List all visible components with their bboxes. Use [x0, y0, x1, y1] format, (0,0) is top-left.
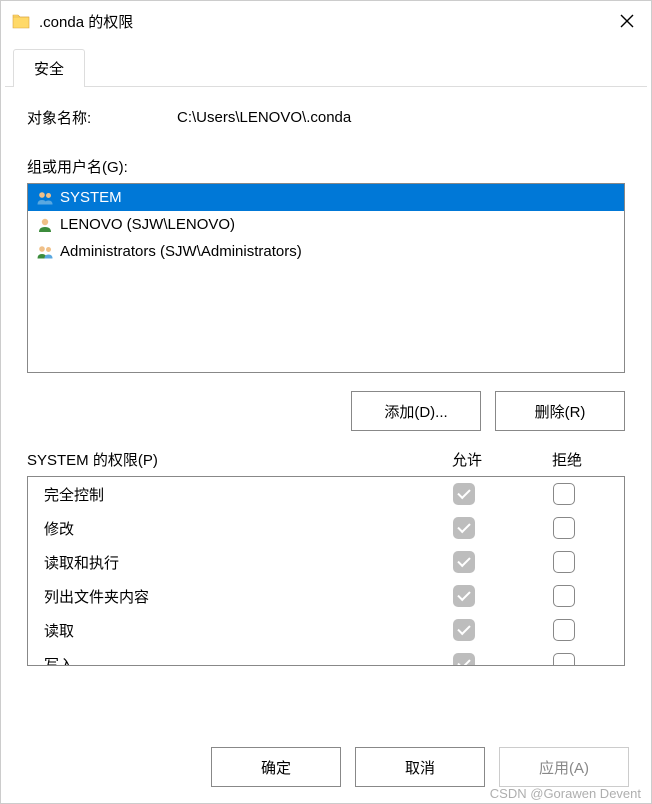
close-button[interactable]: [603, 1, 651, 41]
permission-header: SYSTEM 的权限(P) 允许 拒绝: [27, 449, 625, 470]
apply-button[interactable]: 应用(A): [499, 747, 629, 787]
list-item-label: LENOVO (SJW\LENOVO): [60, 216, 235, 233]
deny-checkbox[interactable]: [553, 483, 575, 505]
watermark: CSDN @Gorawen Devent: [490, 786, 641, 801]
tab-strip: 安全: [5, 49, 647, 87]
list-item[interactable]: Administrators (SJW\Administrators): [28, 238, 624, 265]
tab-panel: 对象名称: C:\Users\LENOVO\.conda 组或用户名(G): S…: [5, 86, 647, 733]
user-buttons-row: 添加(D)... 删除(R): [27, 391, 625, 431]
group-users-label: 组或用户名(G):: [27, 156, 625, 177]
object-label: 对象名称:: [27, 107, 177, 128]
allow-checkbox[interactable]: [453, 619, 475, 641]
permissions-box: 完全控制修改读取和执行列出文件夹内容读取写入: [27, 476, 625, 666]
permission-title: SYSTEM 的权限(P): [27, 449, 417, 470]
close-icon: [620, 14, 634, 28]
permission-name: 读取和执行: [44, 552, 414, 573]
folder-icon: [11, 11, 31, 31]
allow-checkbox[interactable]: [453, 585, 475, 607]
object-name-row: 对象名称: C:\Users\LENOVO\.conda: [27, 107, 625, 128]
user-icon: [36, 244, 54, 260]
tab-security[interactable]: 安全: [13, 49, 85, 87]
permission-row: 完全控制: [28, 477, 624, 511]
cancel-button[interactable]: 取消: [355, 747, 485, 787]
permission-name: 读取: [44, 620, 414, 641]
allow-checkbox[interactable]: [453, 517, 475, 539]
deny-checkbox[interactable]: [553, 551, 575, 573]
user-icon: [36, 217, 54, 233]
permission-row: 读取和执行: [28, 545, 624, 579]
footer: 确定 取消 应用(A) CSDN @Gorawen Devent: [1, 733, 651, 803]
permission-row: 列出文件夹内容: [28, 579, 624, 613]
deny-checkbox[interactable]: [553, 585, 575, 607]
permission-name: 写入: [44, 654, 414, 666]
deny-checkbox[interactable]: [553, 619, 575, 641]
permission-name: 完全控制: [44, 484, 414, 505]
remove-button[interactable]: 删除(R): [495, 391, 625, 431]
window-title: .conda 的权限: [39, 11, 603, 32]
allow-checkbox[interactable]: [453, 483, 475, 505]
allow-checkbox[interactable]: [453, 551, 475, 573]
user-icon: [36, 190, 54, 206]
permission-row: 修改: [28, 511, 624, 545]
deny-checkbox[interactable]: [553, 517, 575, 539]
permission-name: 列出文件夹内容: [44, 586, 414, 607]
permission-row: 读取: [28, 613, 624, 647]
allow-header: 允许: [417, 449, 517, 470]
list-item[interactable]: SYSTEM: [28, 184, 624, 211]
object-value: C:\Users\LENOVO\.conda: [177, 109, 351, 126]
ok-button[interactable]: 确定: [211, 747, 341, 787]
list-item-label: SYSTEM: [60, 189, 122, 206]
permission-row: 写入: [28, 647, 624, 665]
list-item[interactable]: LENOVO (SJW\LENOVO): [28, 211, 624, 238]
permission-name: 修改: [44, 518, 414, 539]
titlebar: .conda 的权限: [1, 1, 651, 41]
deny-header: 拒绝: [517, 449, 617, 470]
allow-checkbox[interactable]: [453, 653, 475, 665]
add-button[interactable]: 添加(D)...: [351, 391, 481, 431]
content-area: 安全 对象名称: C:\Users\LENOVO\.conda 组或用户名(G)…: [1, 41, 651, 733]
list-item-label: Administrators (SJW\Administrators): [60, 243, 302, 260]
deny-checkbox[interactable]: [553, 653, 575, 665]
permissions-scroll[interactable]: 完全控制修改读取和执行列出文件夹内容读取写入: [28, 477, 624, 665]
users-listbox[interactable]: SYSTEM LENOVO (SJW\LENOVO) Administrators …: [27, 183, 625, 373]
